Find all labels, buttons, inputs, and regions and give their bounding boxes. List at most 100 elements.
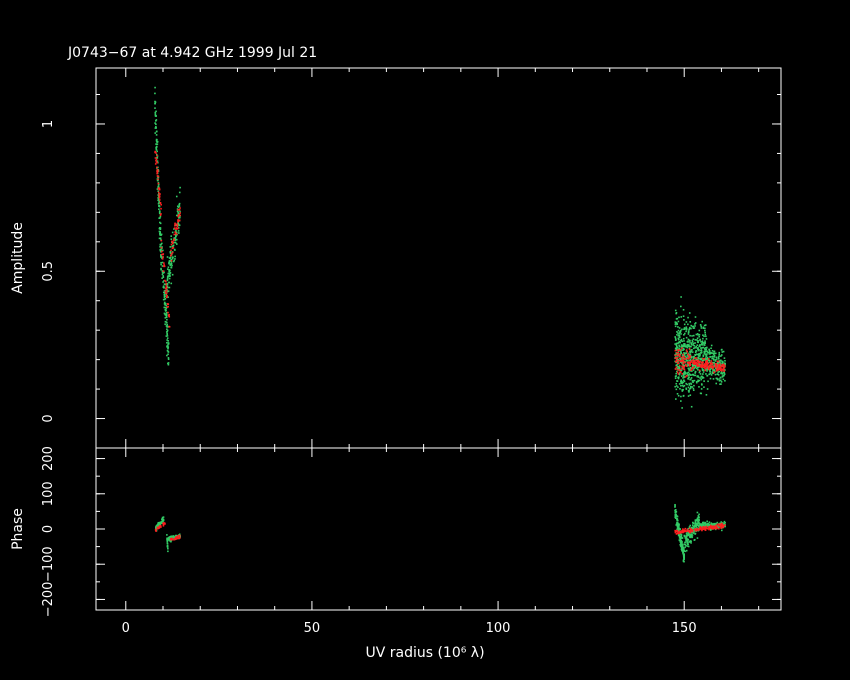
data-point	[163, 293, 166, 296]
phase-tick-label: −200	[41, 582, 56, 618]
data-point	[171, 273, 174, 276]
uv-plot: J0743−67 at 4.942 GHz 1999 Jul 21 00.51 …	[0, 0, 850, 680]
data-point	[154, 113, 157, 115]
data-point	[160, 233, 163, 236]
data-point	[156, 150, 158, 153]
data-point	[170, 266, 172, 269]
data-point	[678, 327, 681, 329]
data-point	[161, 250, 163, 253]
data-point	[680, 305, 682, 308]
data-point	[690, 350, 692, 353]
data-point	[674, 506, 676, 508]
data-point	[704, 369, 707, 372]
data-point	[681, 340, 684, 343]
data-point	[689, 361, 691, 363]
data-point	[691, 351, 694, 353]
data-point	[677, 394, 680, 397]
data-point	[675, 372, 678, 375]
data-point	[694, 532, 697, 535]
data-point	[154, 528, 157, 531]
data-point	[674, 375, 677, 378]
data-point	[688, 534, 691, 536]
data-point	[678, 364, 681, 367]
data-point	[718, 378, 720, 380]
data-point	[724, 379, 726, 382]
data-point	[706, 363, 709, 366]
data-point	[174, 258, 176, 260]
data-point	[686, 361, 689, 364]
data-point	[158, 227, 161, 229]
data-point	[166, 306, 169, 308]
data-point	[704, 324, 707, 326]
data-point	[683, 375, 685, 377]
data-point	[685, 530, 687, 533]
data-point	[692, 387, 695, 390]
data-point	[695, 519, 698, 521]
data-point	[690, 327, 692, 330]
data-point	[705, 338, 708, 340]
data-point	[173, 233, 176, 236]
data-point	[682, 344, 685, 347]
data-point	[166, 328, 168, 331]
data-point	[683, 334, 685, 336]
data-point	[699, 373, 702, 375]
data-point	[709, 364, 711, 367]
data-point	[705, 347, 708, 349]
data-point	[687, 341, 689, 343]
data-point	[167, 311, 169, 314]
data-point	[165, 285, 168, 287]
data-point	[178, 191, 181, 194]
data-point	[689, 363, 691, 365]
data-point	[689, 387, 692, 390]
data-point	[723, 364, 726, 367]
data-point	[686, 535, 688, 537]
data-point	[163, 283, 166, 285]
data-point	[678, 369, 681, 371]
data-point	[690, 535, 692, 538]
data-point	[699, 527, 702, 530]
data-point	[679, 539, 682, 542]
data-point	[154, 92, 156, 95]
data-point	[694, 521, 697, 523]
data-point	[685, 336, 688, 339]
data-point	[675, 382, 678, 385]
data-point	[177, 209, 179, 211]
data-point	[682, 385, 685, 388]
data-point	[166, 256, 169, 258]
data-point	[717, 371, 719, 373]
data-point	[702, 327, 705, 330]
data-point	[165, 280, 167, 283]
data-point	[696, 529, 699, 532]
data-point	[718, 353, 721, 356]
data-point	[703, 352, 706, 355]
data-point	[168, 281, 170, 284]
data-point	[721, 351, 724, 353]
data-point	[694, 346, 696, 349]
data-point	[166, 341, 168, 344]
data-point	[167, 343, 170, 345]
data-point	[714, 359, 717, 361]
data-point	[168, 313, 170, 316]
data-point	[711, 355, 714, 358]
data-point	[678, 383, 681, 385]
data-point	[163, 303, 166, 305]
data-point	[690, 405, 693, 408]
data-point	[695, 357, 698, 359]
data-point	[164, 310, 167, 312]
data-point	[719, 377, 722, 379]
data-point	[691, 366, 694, 369]
data-point	[709, 351, 712, 354]
data-point	[704, 529, 707, 532]
data-point	[705, 355, 707, 358]
data-point	[155, 159, 157, 162]
data-point	[685, 330, 687, 333]
data-point	[683, 319, 685, 321]
data-point	[173, 238, 175, 241]
data-point	[685, 387, 687, 390]
data-point	[689, 374, 692, 376]
data-point	[160, 249, 162, 251]
data-point	[680, 541, 683, 543]
data-point	[154, 101, 157, 103]
data-point	[160, 207, 162, 210]
data-point	[719, 525, 722, 528]
